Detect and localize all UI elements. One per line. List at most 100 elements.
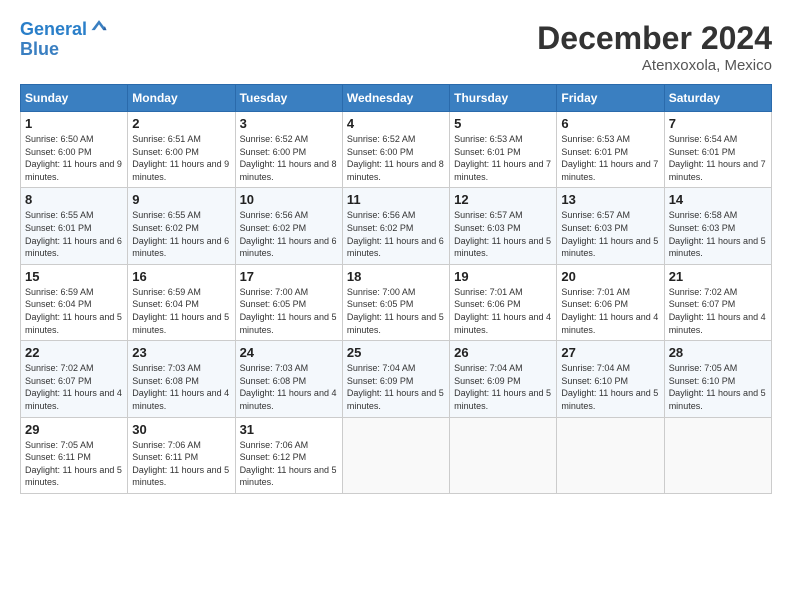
day-number: 11 (347, 192, 445, 207)
table-row: 5 Sunrise: 6:53 AM Sunset: 6:01 PM Dayli… (450, 112, 557, 188)
table-row: 12 Sunrise: 6:57 AM Sunset: 6:03 PM Dayl… (450, 188, 557, 264)
calendar-week-row: 15 Sunrise: 6:59 AM Sunset: 6:04 PM Dayl… (21, 264, 772, 340)
table-row: 21 Sunrise: 7:02 AM Sunset: 6:07 PM Dayl… (664, 264, 771, 340)
day-number: 9 (132, 192, 230, 207)
table-row: 7 Sunrise: 6:54 AM Sunset: 6:01 PM Dayli… (664, 112, 771, 188)
table-row: 15 Sunrise: 6:59 AM Sunset: 6:04 PM Dayl… (21, 264, 128, 340)
day-info: Sunrise: 6:51 AM Sunset: 6:00 PM Dayligh… (132, 133, 230, 183)
table-row: 4 Sunrise: 6:52 AM Sunset: 6:00 PM Dayli… (342, 112, 449, 188)
table-row: 14 Sunrise: 6:58 AM Sunset: 6:03 PM Dayl… (664, 188, 771, 264)
day-number: 4 (347, 116, 445, 131)
table-row: 10 Sunrise: 6:56 AM Sunset: 6:02 PM Dayl… (235, 188, 342, 264)
table-row: 17 Sunrise: 7:00 AM Sunset: 6:05 PM Dayl… (235, 264, 342, 340)
day-number: 20 (561, 269, 659, 284)
day-number: 14 (669, 192, 767, 207)
day-info: Sunrise: 7:05 AM Sunset: 6:10 PM Dayligh… (669, 362, 767, 412)
day-number: 19 (454, 269, 552, 284)
day-number: 3 (240, 116, 338, 131)
table-row: 9 Sunrise: 6:55 AM Sunset: 6:02 PM Dayli… (128, 188, 235, 264)
day-number: 2 (132, 116, 230, 131)
col-saturday: Saturday (664, 85, 771, 112)
day-info: Sunrise: 7:02 AM Sunset: 6:07 PM Dayligh… (669, 286, 767, 336)
table-row: 8 Sunrise: 6:55 AM Sunset: 6:01 PM Dayli… (21, 188, 128, 264)
table-row: 27 Sunrise: 7:04 AM Sunset: 6:10 PM Dayl… (557, 341, 664, 417)
day-info: Sunrise: 6:55 AM Sunset: 6:02 PM Dayligh… (132, 209, 230, 259)
day-info: Sunrise: 7:02 AM Sunset: 6:07 PM Dayligh… (25, 362, 123, 412)
day-number: 8 (25, 192, 123, 207)
day-info: Sunrise: 7:00 AM Sunset: 6:05 PM Dayligh… (347, 286, 445, 336)
table-row: 22 Sunrise: 7:02 AM Sunset: 6:07 PM Dayl… (21, 341, 128, 417)
table-row: 1 Sunrise: 6:50 AM Sunset: 6:00 PM Dayli… (21, 112, 128, 188)
day-number: 29 (25, 422, 123, 437)
day-number: 1 (25, 116, 123, 131)
day-info: Sunrise: 6:57 AM Sunset: 6:03 PM Dayligh… (454, 209, 552, 259)
day-number: 27 (561, 345, 659, 360)
day-info: Sunrise: 7:04 AM Sunset: 6:09 PM Dayligh… (454, 362, 552, 412)
table-row: 28 Sunrise: 7:05 AM Sunset: 6:10 PM Dayl… (664, 341, 771, 417)
day-number: 24 (240, 345, 338, 360)
day-number: 10 (240, 192, 338, 207)
day-info: Sunrise: 6:59 AM Sunset: 6:04 PM Dayligh… (132, 286, 230, 336)
day-info: Sunrise: 6:50 AM Sunset: 6:00 PM Dayligh… (25, 133, 123, 183)
day-number: 21 (669, 269, 767, 284)
page-header: General Blue December 2024 Atenxoxola, M… (20, 20, 772, 74)
day-number: 23 (132, 345, 230, 360)
day-info: Sunrise: 6:56 AM Sunset: 6:02 PM Dayligh… (347, 209, 445, 259)
table-row (342, 417, 449, 493)
calendar-week-row: 8 Sunrise: 6:55 AM Sunset: 6:01 PM Dayli… (21, 188, 772, 264)
day-number: 31 (240, 422, 338, 437)
table-row (557, 417, 664, 493)
col-monday: Monday (128, 85, 235, 112)
table-row: 29 Sunrise: 7:05 AM Sunset: 6:11 PM Dayl… (21, 417, 128, 493)
header-row: Sunday Monday Tuesday Wednesday Thursday… (21, 85, 772, 112)
calendar-table: Sunday Monday Tuesday Wednesday Thursday… (20, 84, 772, 494)
day-number: 7 (669, 116, 767, 131)
day-number: 17 (240, 269, 338, 284)
table-row: 16 Sunrise: 6:59 AM Sunset: 6:04 PM Dayl… (128, 264, 235, 340)
col-thursday: Thursday (450, 85, 557, 112)
day-number: 26 (454, 345, 552, 360)
table-row: 30 Sunrise: 7:06 AM Sunset: 6:11 PM Dayl… (128, 417, 235, 493)
day-info: Sunrise: 7:06 AM Sunset: 6:12 PM Dayligh… (240, 439, 338, 489)
location-subtitle: Atenxoxola, Mexico (537, 57, 772, 74)
day-number: 25 (347, 345, 445, 360)
day-info: Sunrise: 7:01 AM Sunset: 6:06 PM Dayligh… (454, 286, 552, 336)
table-row: 3 Sunrise: 6:52 AM Sunset: 6:00 PM Dayli… (235, 112, 342, 188)
col-sunday: Sunday (21, 85, 128, 112)
day-number: 5 (454, 116, 552, 131)
day-info: Sunrise: 7:03 AM Sunset: 6:08 PM Dayligh… (240, 362, 338, 412)
day-info: Sunrise: 6:55 AM Sunset: 6:01 PM Dayligh… (25, 209, 123, 259)
table-row: 25 Sunrise: 7:04 AM Sunset: 6:09 PM Dayl… (342, 341, 449, 417)
table-row: 31 Sunrise: 7:06 AM Sunset: 6:12 PM Dayl… (235, 417, 342, 493)
calendar-week-row: 29 Sunrise: 7:05 AM Sunset: 6:11 PM Dayl… (21, 417, 772, 493)
day-info: Sunrise: 6:56 AM Sunset: 6:02 PM Dayligh… (240, 209, 338, 259)
day-number: 15 (25, 269, 123, 284)
day-number: 22 (25, 345, 123, 360)
logo-text: General (20, 20, 87, 40)
table-row: 6 Sunrise: 6:53 AM Sunset: 6:01 PM Dayli… (557, 112, 664, 188)
day-info: Sunrise: 6:53 AM Sunset: 6:01 PM Dayligh… (454, 133, 552, 183)
day-info: Sunrise: 6:57 AM Sunset: 6:03 PM Dayligh… (561, 209, 659, 259)
day-info: Sunrise: 7:04 AM Sunset: 6:09 PM Dayligh… (347, 362, 445, 412)
table-row (664, 417, 771, 493)
table-row: 19 Sunrise: 7:01 AM Sunset: 6:06 PM Dayl… (450, 264, 557, 340)
calendar-week-row: 1 Sunrise: 6:50 AM Sunset: 6:00 PM Dayli… (21, 112, 772, 188)
table-row: 20 Sunrise: 7:01 AM Sunset: 6:06 PM Dayl… (557, 264, 664, 340)
table-row: 23 Sunrise: 7:03 AM Sunset: 6:08 PM Dayl… (128, 341, 235, 417)
month-title: December 2024 (537, 20, 772, 57)
day-info: Sunrise: 7:00 AM Sunset: 6:05 PM Dayligh… (240, 286, 338, 336)
day-info: Sunrise: 7:06 AM Sunset: 6:11 PM Dayligh… (132, 439, 230, 489)
day-info: Sunrise: 7:05 AM Sunset: 6:11 PM Dayligh… (25, 439, 123, 489)
day-number: 12 (454, 192, 552, 207)
day-info: Sunrise: 6:54 AM Sunset: 6:01 PM Dayligh… (669, 133, 767, 183)
table-row: 11 Sunrise: 6:56 AM Sunset: 6:02 PM Dayl… (342, 188, 449, 264)
day-number: 18 (347, 269, 445, 284)
day-info: Sunrise: 6:59 AM Sunset: 6:04 PM Dayligh… (25, 286, 123, 336)
table-row: 13 Sunrise: 6:57 AM Sunset: 6:03 PM Dayl… (557, 188, 664, 264)
logo-line2: Blue (20, 39, 59, 59)
day-number: 30 (132, 422, 230, 437)
day-info: Sunrise: 6:52 AM Sunset: 6:00 PM Dayligh… (240, 133, 338, 183)
col-wednesday: Wednesday (342, 85, 449, 112)
calendar-week-row: 22 Sunrise: 7:02 AM Sunset: 6:07 PM Dayl… (21, 341, 772, 417)
day-info: Sunrise: 7:04 AM Sunset: 6:10 PM Dayligh… (561, 362, 659, 412)
